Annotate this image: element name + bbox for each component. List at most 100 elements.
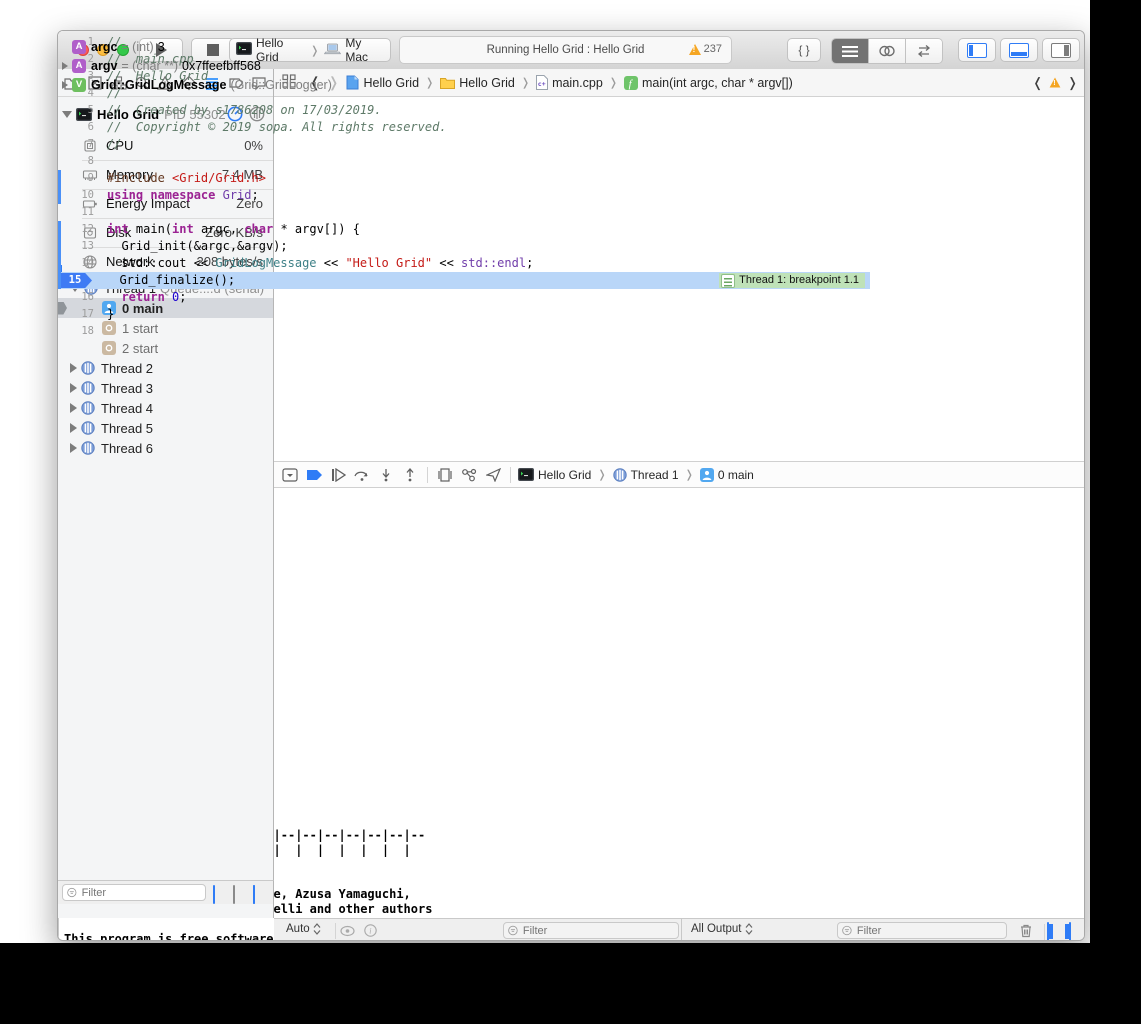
- code-text: Grid_finalize();: [105, 273, 235, 287]
- debug-bar: Hello Grid ❭ Thread 1 ❭ 0 main: [274, 461, 1085, 488]
- code-line-7[interactable]: 7 //: [58, 136, 870, 153]
- simulate-location-button[interactable]: [481, 465, 505, 485]
- view-hierarchy-button[interactable]: [433, 465, 457, 485]
- code-line-15[interactable]: 15 Grid_finalize(); Thread 1: breakpoint …: [58, 272, 870, 289]
- step-into-button[interactable]: [374, 465, 398, 485]
- line-number[interactable]: 11: [58, 204, 94, 221]
- debug-lines-icon: [721, 274, 735, 288]
- grouping-toggle[interactable]: [253, 885, 255, 904]
- thread-row-4[interactable]: Thread 4: [58, 398, 273, 418]
- line-number[interactable]: 5: [58, 102, 94, 119]
- thread-label: Thread 3: [101, 381, 153, 396]
- navigator-filter-field[interactable]: [62, 884, 206, 901]
- toggle-console-view-button[interactable]: [1069, 922, 1071, 941]
- quicklook-button[interactable]: [340, 924, 355, 941]
- disclosure-triangle[interactable]: [70, 383, 77, 393]
- filter-input[interactable]: [521, 924, 674, 938]
- line-number[interactable]: 8: [58, 153, 94, 170]
- variables-scope-selector[interactable]: Auto: [286, 923, 321, 935]
- step-over-button[interactable]: [350, 465, 374, 485]
- clear-console-button[interactable]: [1019, 923, 1033, 941]
- thread-label: Thread 4: [101, 401, 153, 416]
- hide-debug-area-button[interactable]: [278, 465, 302, 485]
- filter-icon: [67, 887, 77, 898]
- step-out-button[interactable]: [398, 465, 422, 485]
- code-line-12[interactable]: 12int main(int argc, char * argv[]) {: [58, 221, 870, 238]
- thread-icon: [81, 381, 95, 395]
- code-text: // Copyright © 2019 sopa. All rights res…: [107, 120, 447, 134]
- filter-icon: [842, 925, 852, 936]
- view-mode-toggle[interactable]: [233, 885, 235, 904]
- filter-debugged-toggle[interactable]: [213, 885, 215, 904]
- scope-label: Auto: [286, 923, 310, 935]
- line-number[interactable]: 9: [58, 170, 94, 187]
- breadcrumb-item[interactable]: 0 main: [700, 468, 754, 482]
- line-number[interactable]: 13: [58, 238, 94, 255]
- variables-filter-field[interactable]: [503, 922, 679, 939]
- code-text: //: [107, 137, 121, 151]
- disclosure-triangle[interactable]: [70, 443, 77, 453]
- stepper-icon: [745, 923, 753, 935]
- code-line-9[interactable]: 9 #include <Grid/Grid.h>: [58, 170, 870, 187]
- breakpoint-annotation[interactable]: Thread 1: breakpoint 1.1: [719, 273, 865, 288]
- app-icon: [518, 468, 534, 481]
- thread-row-5[interactable]: Thread 5: [58, 418, 273, 438]
- console-scope-selector[interactable]: All Output: [691, 923, 753, 935]
- code-line-11[interactable]: 11: [58, 204, 870, 221]
- chevron-right-icon: ❭: [684, 468, 695, 481]
- frame-label: 2 start: [122, 341, 158, 356]
- line-number[interactable]: 12: [58, 221, 94, 238]
- code-line-14[interactable]: 14 std::cout << GridLogMessage << "Hello…: [58, 255, 870, 272]
- disclosure-triangle[interactable]: [70, 363, 77, 373]
- screenshot-background: Hello Grid ❭ My Mac Running Hello Grid :…: [0, 0, 1090, 943]
- thread-icon: [81, 401, 95, 415]
- thread-row-2[interactable]: Thread 2: [58, 358, 273, 378]
- variables-bottom-bar: Auto i: [274, 918, 681, 941]
- line-number[interactable]: 16: [58, 289, 94, 306]
- breakpoints-toggle-button[interactable]: [302, 465, 326, 485]
- line-number[interactable]: 18: [58, 323, 94, 340]
- code-text: #include <Grid/Grid.h>: [107, 171, 266, 185]
- code-line-6[interactable]: 6 // Copyright © 2019 sopa. All rights re…: [58, 119, 870, 136]
- memory-graph-button[interactable]: [457, 465, 481, 485]
- trash-icon: [1019, 923, 1033, 938]
- chevron-right-icon: ❭: [596, 468, 607, 481]
- code-line-18[interactable]: 18: [58, 323, 870, 340]
- info-button[interactable]: i: [364, 924, 377, 941]
- disclosure-triangle[interactable]: [70, 403, 77, 413]
- code-text: // Created by s1786208 on 17/03/2019.: [107, 103, 382, 117]
- breadcrumb-label: Hello Grid: [538, 468, 591, 482]
- filter-input[interactable]: [855, 924, 1002, 938]
- code-line-5[interactable]: 5 // Created by s1786208 on 17/03/2019.: [58, 102, 870, 119]
- start-frame-icon: [102, 341, 116, 355]
- breakpoint-marker[interactable]: 15: [58, 273, 92, 288]
- console-filter-field[interactable]: [837, 922, 1007, 939]
- breadcrumb-label: Thread 1: [631, 468, 679, 482]
- code-line-10[interactable]: 10using namespace Grid;: [58, 187, 870, 204]
- navigator-bottom-bar: [58, 880, 274, 904]
- stack-frame-row[interactable]: 2 start: [58, 338, 273, 358]
- thread-icon: [81, 361, 95, 375]
- code-line-16[interactable]: 16 return 0;: [58, 289, 870, 306]
- toggle-variables-view-button[interactable]: [1047, 922, 1049, 941]
- stepper-icon: [313, 923, 321, 935]
- thread-row-6[interactable]: Thread 6: [58, 438, 273, 458]
- code-text: Grid_init(&argc,&argv);: [107, 239, 288, 253]
- code-line-8[interactable]: 8: [58, 153, 870, 170]
- line-number[interactable]: 14: [58, 255, 94, 272]
- breadcrumb-item[interactable]: Thread 1: [613, 468, 679, 482]
- line-number[interactable]: 10: [58, 187, 94, 204]
- divider: [1044, 924, 1045, 940]
- code-line-13[interactable]: 13 Grid_init(&argc,&argv);: [58, 238, 870, 255]
- thread-label: Thread 6: [101, 441, 153, 456]
- filter-input[interactable]: [80, 886, 201, 900]
- line-number[interactable]: 6: [58, 119, 94, 136]
- code-line-17[interactable]: 17}: [58, 306, 870, 323]
- thread-row-3[interactable]: Thread 3: [58, 378, 273, 398]
- disclosure-triangle[interactable]: [70, 423, 77, 433]
- continue-button[interactable]: [326, 465, 350, 485]
- line-number[interactable]: 7: [58, 136, 94, 153]
- breadcrumb-item[interactable]: Hello Grid: [518, 468, 591, 482]
- scope-label: All Output: [691, 923, 742, 935]
- line-number[interactable]: 17: [58, 306, 94, 323]
